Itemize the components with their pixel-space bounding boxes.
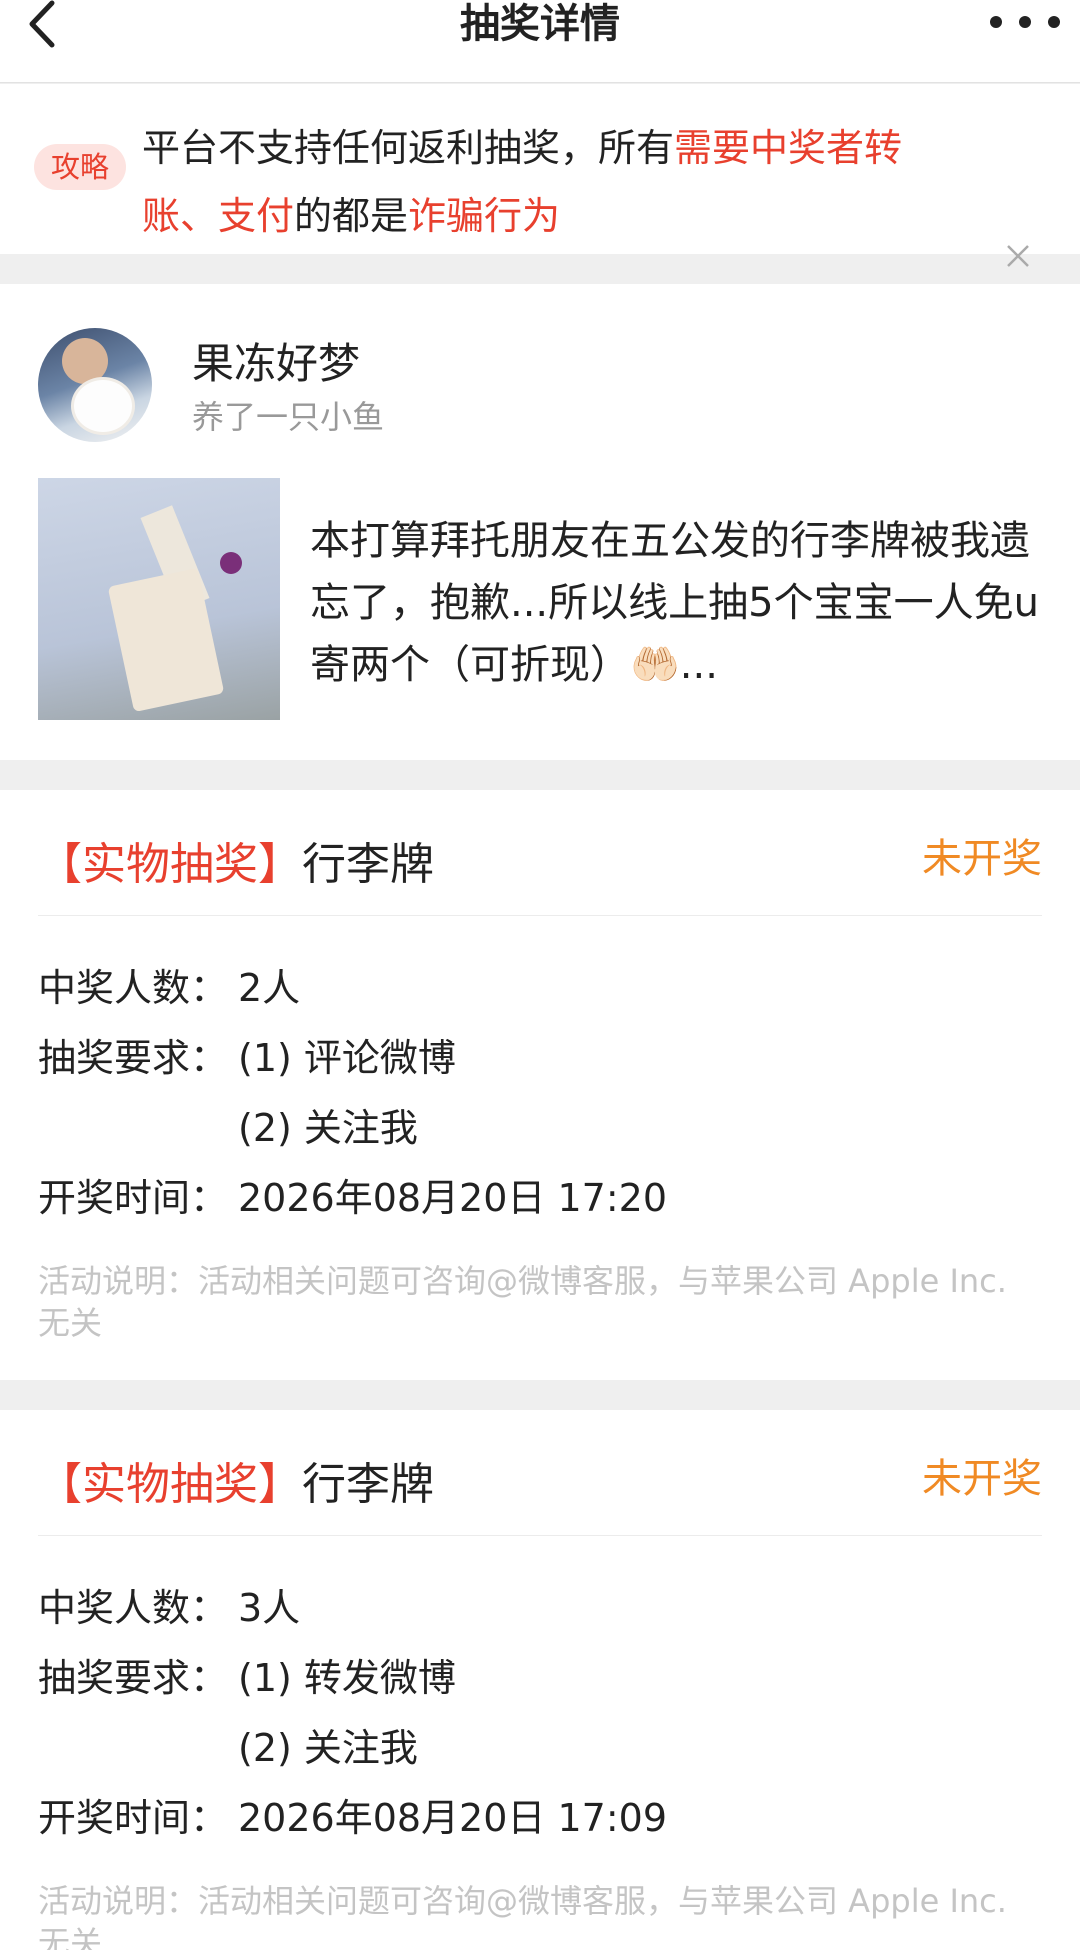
draw-time-row: 开奖时间： 2026年08月20日 17:20	[38, 1176, 668, 1220]
lottery-title: 【实物抽奖】行李牌	[38, 1448, 434, 1512]
requirements-row: 抽奖要求： (1) 评论微博	[38, 1036, 456, 1080]
draw-time-row: 开奖时间： 2026年08月20日 17:09	[38, 1796, 668, 1840]
lottery-prize: 行李牌	[302, 1459, 434, 1510]
notice-badge: 攻略	[34, 144, 126, 190]
lottery-card: 【实物抽奖】行李牌 未开奖 中奖人数： 2人 抽奖要求： (1) 评论微博 (2) …	[0, 790, 1080, 1380]
lottery-status: 未开奖	[922, 836, 1042, 882]
divider	[38, 915, 1042, 916]
requirements-row: 抽奖要求： (1) 转发微博	[38, 1656, 456, 1700]
winners-row: 中奖人数： 3人	[38, 1586, 301, 1630]
activity-note: 活动说明：活动相关问题可咨询@微博客服，与苹果公司 Apple Inc. 无关	[38, 1882, 1007, 1950]
avatar[interactable]	[38, 328, 152, 442]
requirement-item: (2) 关注我	[238, 1726, 418, 1770]
page-title: 抽奖详情	[460, 1, 620, 47]
draw-time: 2026年08月20日 17:20	[238, 1176, 668, 1220]
lottery-card: 【实物抽奖】行李牌 未开奖 中奖人数： 3人 抽奖要求： (1) 转发微博 (2) …	[0, 1410, 1080, 1950]
user-bio: 养了一只小鱼	[192, 398, 385, 436]
lottery-status: 未开奖	[922, 1456, 1042, 1502]
lottery-type: 【实物抽奖】	[38, 1459, 302, 1510]
username[interactable]: 果冻好梦	[192, 330, 360, 391]
requirement-item: (1) 评论微博	[238, 1036, 456, 1080]
post-text: 本打算拜托朋友在五公发的行李牌被我遗忘了，抱歉...所以线上抽5个宝宝一人免u寄…	[310, 518, 1039, 688]
lottery-title: 【实物抽奖】行李牌	[38, 828, 434, 892]
divider	[38, 1535, 1042, 1536]
draw-time: 2026年08月20日 17:09	[238, 1796, 668, 1840]
winners-count: 2人	[238, 966, 301, 1010]
source-post-card[interactable]: 果冻好梦 养了一只小鱼 本打算拜托朋友在五公发的行李牌被我遗忘了，抱歉...所以…	[0, 284, 1080, 760]
requirement-item: (1) 转发微博	[238, 1656, 456, 1700]
lottery-prize: 行李牌	[302, 839, 434, 890]
post-thumbnail[interactable]	[38, 478, 280, 720]
notice-highlight: 诈骗行为	[408, 194, 561, 238]
more-options-button[interactable]	[990, 10, 1060, 34]
close-icon	[1007, 245, 1029, 267]
anti-fraud-notice: 攻略 平台不支持任何返利抽奖，所有需要中奖者转账、支付的都是诈骗行为	[0, 84, 1080, 267]
lottery-type: 【实物抽奖】	[38, 839, 302, 890]
requirement-item: (2) 关注我	[238, 1106, 418, 1150]
activity-note: 活动说明：活动相关问题可咨询@微博客服，与苹果公司 Apple Inc. 无关	[38, 1262, 1007, 1342]
requirements-row-continued: (2) 关注我	[38, 1104, 418, 1152]
requirements-row-continued: (2) 关注我	[38, 1724, 418, 1772]
close-notice-button[interactable]	[998, 236, 1038, 276]
notice-text: 平台不支持任何返利抽奖，所有需要中奖者转账、支付的都是诈骗行为	[142, 126, 903, 238]
more-dots-icon	[990, 16, 1002, 28]
winners-count: 3人	[238, 1586, 301, 1630]
top-nav-bar: 抽奖详情	[0, 0, 1080, 83]
winners-row: 中奖人数： 2人	[38, 966, 301, 1010]
